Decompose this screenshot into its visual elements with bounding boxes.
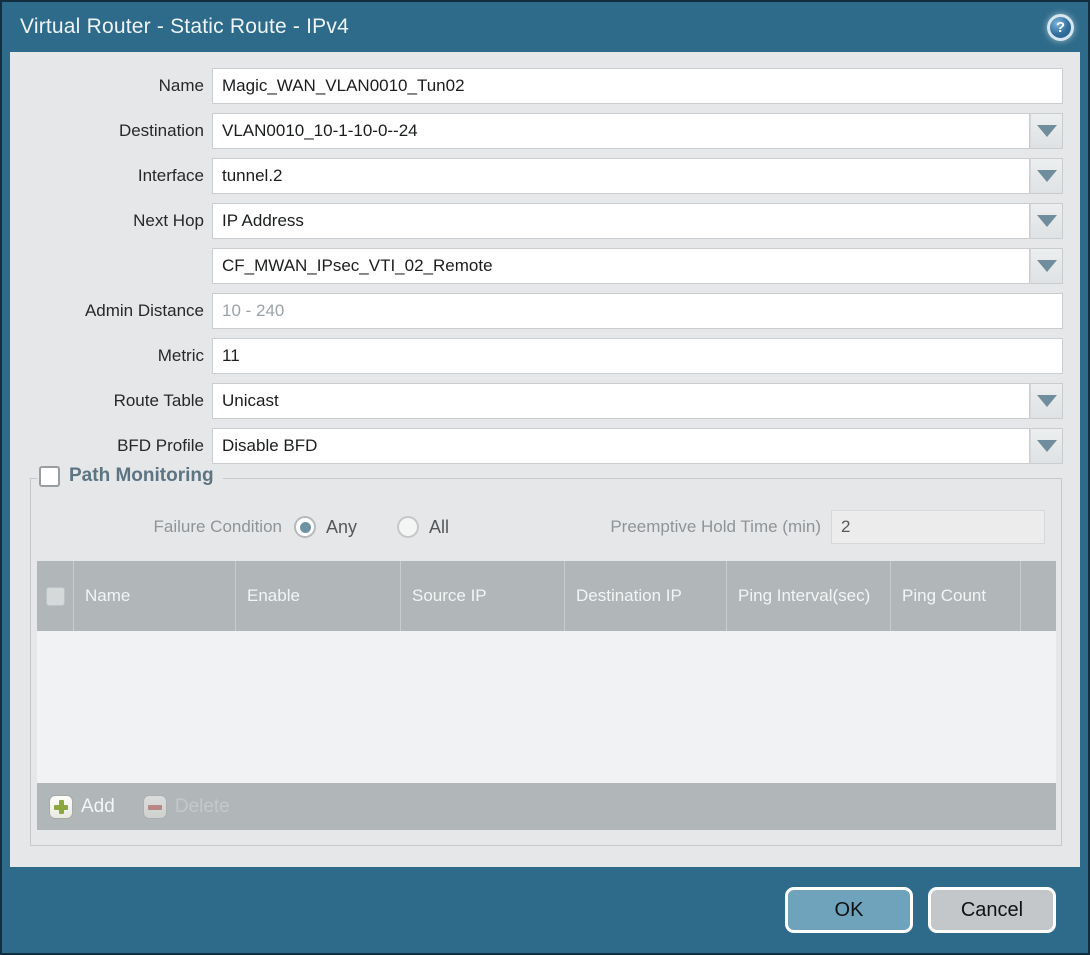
path-monitoring-legend: Path Monitoring (37, 465, 223, 487)
static-route-dialog: Virtual Router - Static Route - IPv4 ? N… (0, 0, 1090, 955)
failure-condition-all-label: All (429, 517, 449, 538)
ok-button[interactable]: OK (785, 887, 913, 933)
dialog-titlebar: Virtual Router - Static Route - IPv4 ? (2, 2, 1088, 52)
dialog-title: Virtual Router - Static Route - IPv4 (20, 15, 349, 39)
chevron-down-icon (1037, 125, 1057, 137)
bfd-profile-dropdown-button[interactable] (1030, 428, 1063, 464)
admin-distance-input[interactable] (212, 293, 1063, 329)
chevron-down-icon (1037, 440, 1057, 452)
interface-input[interactable] (212, 158, 1030, 194)
route-table-label: Route Table (10, 391, 212, 411)
destination-dropdown-button[interactable] (1030, 113, 1063, 149)
column-header-ping-interval: Ping Interval(sec) (726, 561, 890, 631)
column-header-name: Name (73, 561, 235, 631)
dialog-body: Name Destination Interface (10, 52, 1080, 867)
next-hop-address-dropdown-button[interactable] (1030, 248, 1063, 284)
bfd-profile-label: BFD Profile (10, 436, 212, 456)
form-row-admin-distance: Admin Distance (10, 293, 1063, 329)
column-header-destination-ip: Destination IP (564, 561, 726, 631)
next-hop-address-input[interactable] (212, 248, 1030, 284)
next-hop-type-input[interactable] (212, 203, 1030, 239)
preemptive-hold-time-input[interactable] (831, 510, 1045, 544)
form-row-next-hop-address (10, 248, 1063, 284)
help-icon[interactable]: ? (1047, 14, 1074, 41)
select-all-checkbox[interactable] (46, 587, 65, 606)
route-table-input[interactable] (212, 383, 1030, 419)
next-hop-label: Next Hop (10, 211, 212, 231)
form-row-interface: Interface (10, 158, 1063, 194)
route-table-dropdown-button[interactable] (1030, 383, 1063, 419)
form-row-next-hop: Next Hop (10, 203, 1063, 239)
path-monitoring-checkbox[interactable] (39, 466, 60, 487)
path-monitoring-title: Path Monitoring (69, 465, 214, 487)
table-header: Name Enable Source IP Destination IP Pin… (37, 561, 1056, 631)
chevron-down-icon (1037, 395, 1057, 407)
form-row-destination: Destination (10, 113, 1063, 149)
admin-distance-label: Admin Distance (10, 301, 212, 321)
column-header-ping-count: Ping Count (890, 561, 1020, 631)
select-all-column (37, 561, 73, 631)
column-header-enable: Enable (235, 561, 400, 631)
preemptive-hold-time-label: Preemptive Hold Time (min) (610, 517, 831, 537)
form-row-bfd-profile: BFD Profile (10, 428, 1063, 464)
failure-condition-row: Failure Condition Any All Preemptive Hol… (36, 509, 1045, 545)
interface-dropdown-button[interactable] (1030, 158, 1063, 194)
failure-condition-all-radio[interactable] (397, 516, 419, 538)
add-button-label: Add (81, 796, 115, 818)
delete-button-label: Delete (175, 796, 230, 818)
form-row-name: Name (10, 68, 1063, 104)
delete-button[interactable]: Delete (143, 795, 230, 819)
failure-condition-label: Failure Condition (36, 517, 294, 537)
path-monitoring-table: Name Enable Source IP Destination IP Pin… (37, 561, 1056, 830)
form-row-route-table: Route Table (10, 383, 1063, 419)
column-header-spacer (1020, 561, 1056, 631)
name-label: Name (10, 76, 212, 96)
name-input[interactable] (212, 68, 1063, 104)
interface-label: Interface (10, 166, 212, 186)
metric-input[interactable] (212, 338, 1063, 374)
path-monitoring-section: Path Monitoring Failure Condition Any Al… (30, 478, 1062, 846)
column-header-source-ip: Source IP (400, 561, 564, 631)
minus-icon (143, 795, 167, 819)
failure-condition-any-label: Any (326, 517, 357, 538)
bfd-profile-input[interactable] (212, 428, 1030, 464)
cancel-button[interactable]: Cancel (928, 887, 1056, 933)
chevron-down-icon (1037, 170, 1057, 182)
destination-label: Destination (10, 121, 212, 141)
plus-icon (49, 795, 73, 819)
destination-input[interactable] (212, 113, 1030, 149)
next-hop-type-dropdown-button[interactable] (1030, 203, 1063, 239)
dialog-footer: OK Cancel (2, 867, 1088, 953)
chevron-down-icon (1037, 215, 1057, 227)
failure-condition-any-radio[interactable] (294, 516, 316, 538)
metric-label: Metric (10, 346, 212, 366)
table-toolbar: Add Delete (37, 783, 1056, 830)
chevron-down-icon (1037, 260, 1057, 272)
add-button[interactable]: Add (49, 795, 115, 819)
table-body-empty (37, 631, 1056, 783)
form-row-metric: Metric (10, 338, 1063, 374)
